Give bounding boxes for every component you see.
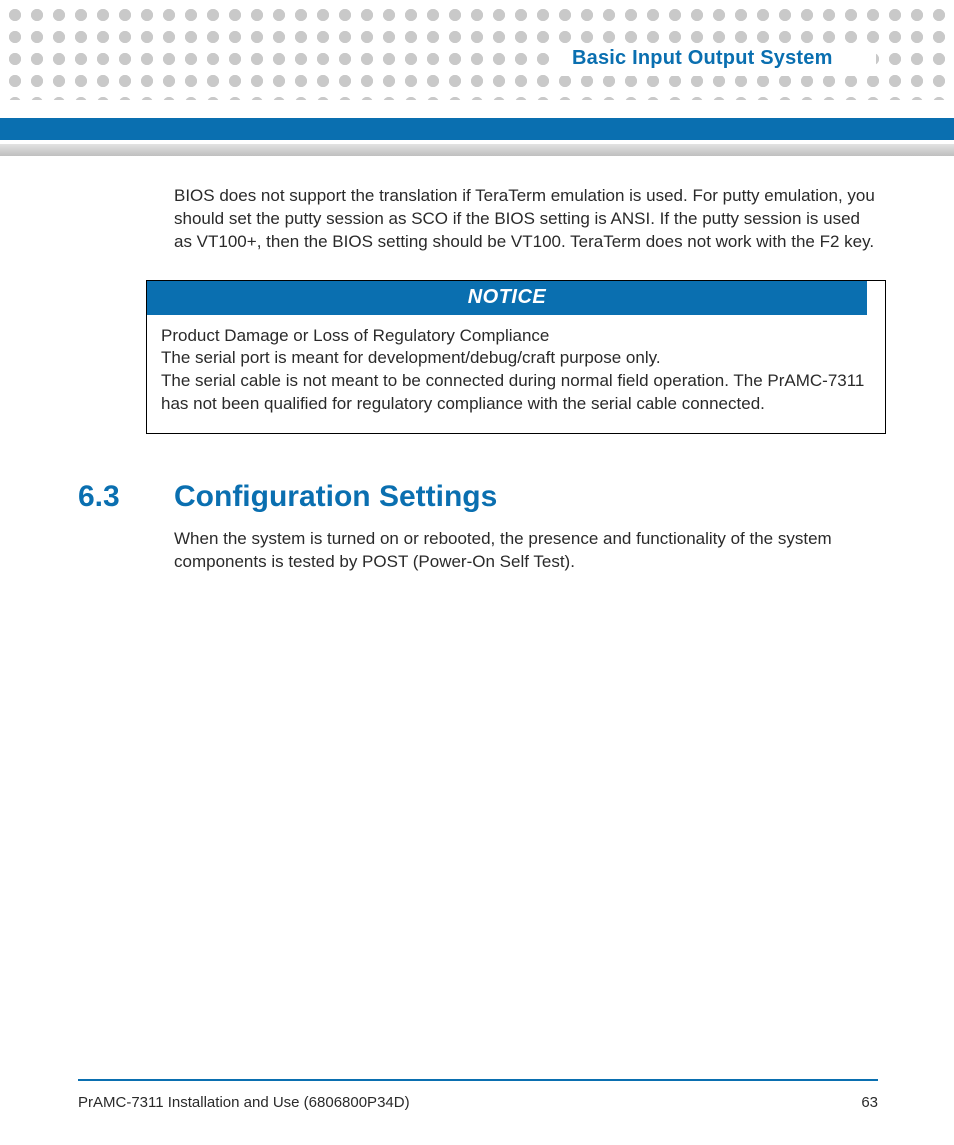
notice-line-1: The serial port is meant for development… xyxy=(161,347,871,370)
notice-box: NOTICE Product Damage or Loss of Regulat… xyxy=(146,280,886,434)
notice-header: NOTICE xyxy=(147,281,867,315)
notice-line-2: The serial cable is not meant to be conn… xyxy=(161,370,871,415)
intro-paragraph: BIOS does not support the translation if… xyxy=(174,185,878,254)
section-number: 6.3 xyxy=(78,480,174,514)
footer-page-number: 63 xyxy=(861,1094,878,1111)
chapter-title: Basic Input Output System xyxy=(572,47,833,70)
section-heading-row: 6.3 Configuration Settings xyxy=(78,480,878,514)
content-area: BIOS does not support the translation if… xyxy=(78,185,878,574)
section-paragraph: When the system is turned on or rebooted… xyxy=(174,528,878,574)
notice-label: NOTICE xyxy=(468,286,547,309)
footer: PrAMC-7311 Installation and Use (6806800… xyxy=(78,1094,878,1111)
section-title: Configuration Settings xyxy=(174,480,497,514)
page: Basic Input Output System BIOS does not … xyxy=(0,0,954,1145)
header-blue-bar xyxy=(0,118,954,140)
notice-heading-text: Product Damage or Loss of Regulatory Com… xyxy=(161,325,871,348)
footer-rule xyxy=(78,1079,878,1081)
footer-doc-title: PrAMC-7311 Installation and Use (6806800… xyxy=(78,1094,410,1111)
notice-body: Product Damage or Loss of Regulatory Com… xyxy=(147,315,885,433)
header-grey-bar xyxy=(0,144,954,156)
